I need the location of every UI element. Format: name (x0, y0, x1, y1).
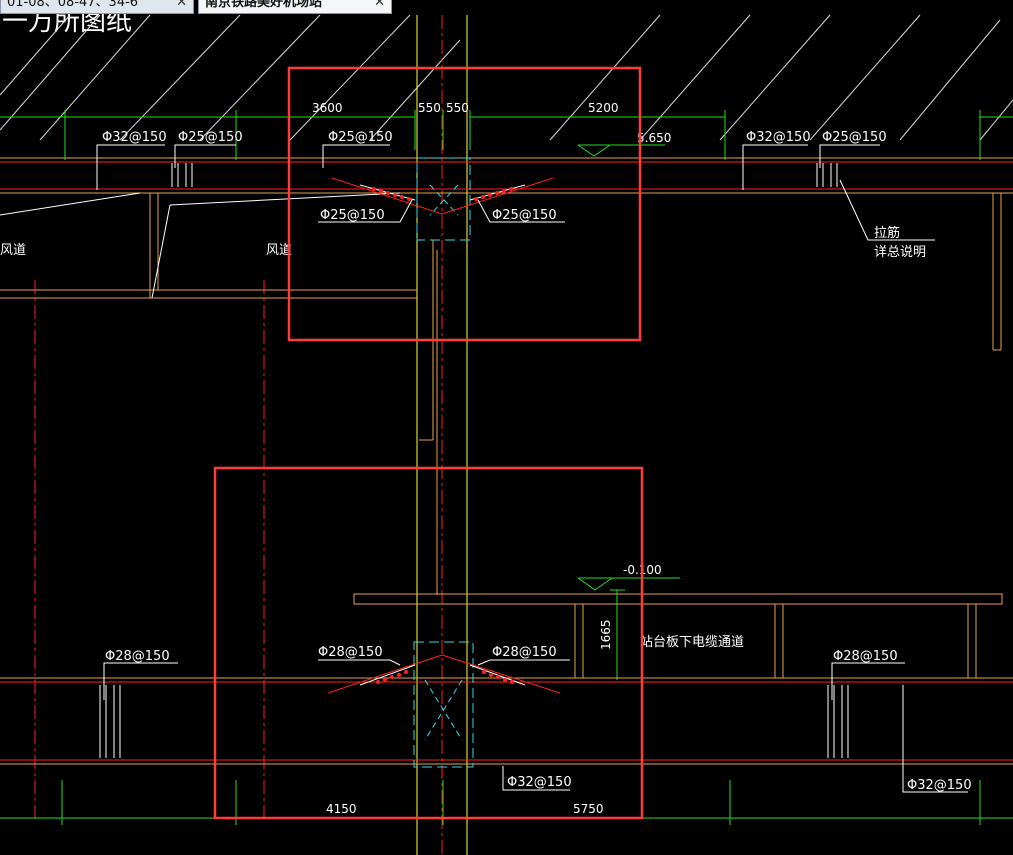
haunch-label-bottom-left: Φ28@150 (318, 645, 383, 660)
base-slab (0, 677, 1013, 765)
rebar-label-base-right: Φ32@150 (907, 778, 972, 793)
bottom-rebar-leaders (99, 659, 968, 793)
elevation-marker-top (577, 144, 665, 157)
close-icon[interactable]: ✕ (374, 0, 385, 12)
top-rebar-leaders (96, 144, 880, 190)
rebar-label-top-3: Φ25@150 (328, 130, 393, 145)
height-dimension: 1665 (599, 619, 613, 650)
dim-5750: 5750 (573, 802, 604, 816)
dim-550-left: 550 (418, 101, 441, 115)
rebar-label-top-2: Φ25@150 (178, 130, 243, 145)
tab-drawing-2[interactable]: 南京铁路美好机场站 ✕ (198, 0, 392, 14)
dim-3600: 3600 (312, 101, 343, 115)
channel-label: 站台板下电缆通道 (640, 634, 744, 650)
bottom-haunch-rebar (327, 654, 561, 694)
tab-bar: 01-08、08-47、34-6 ✕ 南京铁路美好机场站 ✕ (0, 0, 1013, 14)
close-icon[interactable]: ✕ (176, 0, 187, 12)
earth-hatch (0, 14, 1013, 141)
tie-note-line1: 拉筋 (874, 225, 900, 241)
bottom-column (413, 641, 474, 768)
haunch-label-top-right: Φ25@150 (492, 208, 557, 223)
dim-550-right: 550 (446, 101, 469, 115)
rebar-label-top-5: Φ25@150 (822, 130, 887, 145)
elevation-top: 5.650 (637, 131, 671, 145)
rebar-label-top-1: Φ32@150 (102, 130, 167, 145)
cad-drawing-canvas[interactable]: 一万所图纸 3600 550 550 5200 5.650 Φ32@150 Φ2… (0, 14, 1013, 855)
dim-5200: 5200 (588, 101, 619, 115)
tab-title: 南京铁路美好机场站 (205, 0, 323, 10)
rebar-label-base: Φ32@150 (507, 775, 572, 790)
haunch-label-top-left: Φ25@150 (320, 208, 385, 223)
tab-title: 01-08、08-47、34-6 (7, 0, 139, 10)
center-wall (419, 240, 438, 595)
tie-note-line2: 详总说明 (874, 245, 926, 260)
haunch-label-bottom-right: Φ28@150 (492, 645, 557, 660)
elevation-marker-bottom (577, 577, 680, 680)
rebar-label-bottom-left: Φ28@150 (105, 649, 170, 664)
tab-drawing-1[interactable]: 01-08、08-47、34-6 ✕ (0, 0, 194, 14)
rebar-label-top-4: Φ32@150 (746, 130, 811, 145)
corner-title: 一万所图纸 (2, 14, 132, 37)
duct-label-left: 风道 (0, 243, 26, 258)
top-column (416, 157, 471, 241)
dim-4150: 4150 (326, 802, 357, 816)
top-slab (0, 157, 1013, 351)
rebar-label-bottom-right: Φ28@150 (833, 649, 898, 664)
highlight-box-bottom (213, 466, 644, 820)
